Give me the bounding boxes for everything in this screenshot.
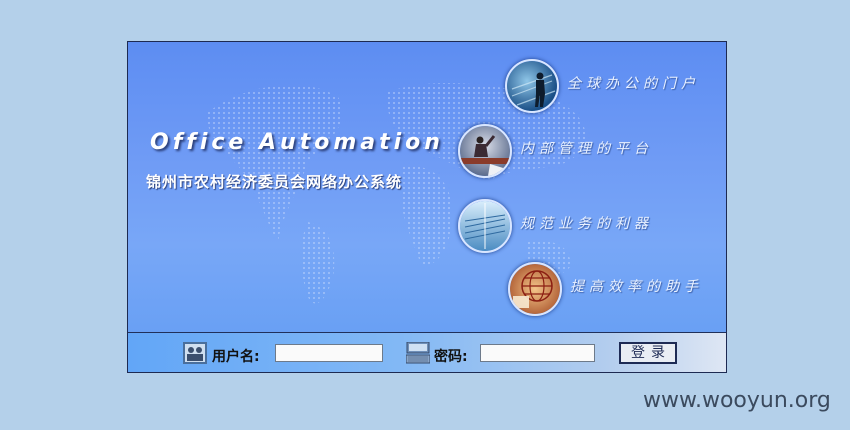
watermark-text: www.wooyun.org	[643, 388, 831, 413]
worker-on-beam-icon	[458, 124, 512, 178]
username-input[interactable]	[275, 344, 383, 362]
user-group-icon	[183, 342, 207, 364]
password-input[interactable]	[480, 344, 595, 362]
slogan-platform: 内部管理的平台	[520, 141, 653, 157]
app-title: Office Automation	[150, 130, 444, 155]
slogan-portal: 全球办公的门户	[567, 76, 700, 92]
login-button[interactable]: 登录	[619, 342, 677, 364]
slogan-assistant: 提高效率的助手	[570, 279, 703, 295]
businessman-silhouette-icon	[505, 59, 559, 113]
password-label: 密码:	[434, 349, 468, 365]
login-panel: Office Automation 锦州市农村经济委员会网络办公系统 全球办公的…	[127, 41, 727, 373]
slogan-tool: 规范业务的利器	[520, 216, 653, 232]
username-label: 用户名:	[212, 349, 260, 365]
computer-keyboard-icon	[406, 342, 430, 364]
glass-building-icon	[458, 199, 512, 253]
organization-subtitle: 锦州市农村经济委员会网络办公系统	[146, 173, 403, 191]
login-bar: 用户名: 密码: 登录	[128, 333, 726, 372]
globe-grid-icon	[508, 262, 562, 316]
banner: Office Automation 锦州市农村经济委员会网络办公系统 全球办公的…	[128, 42, 726, 333]
